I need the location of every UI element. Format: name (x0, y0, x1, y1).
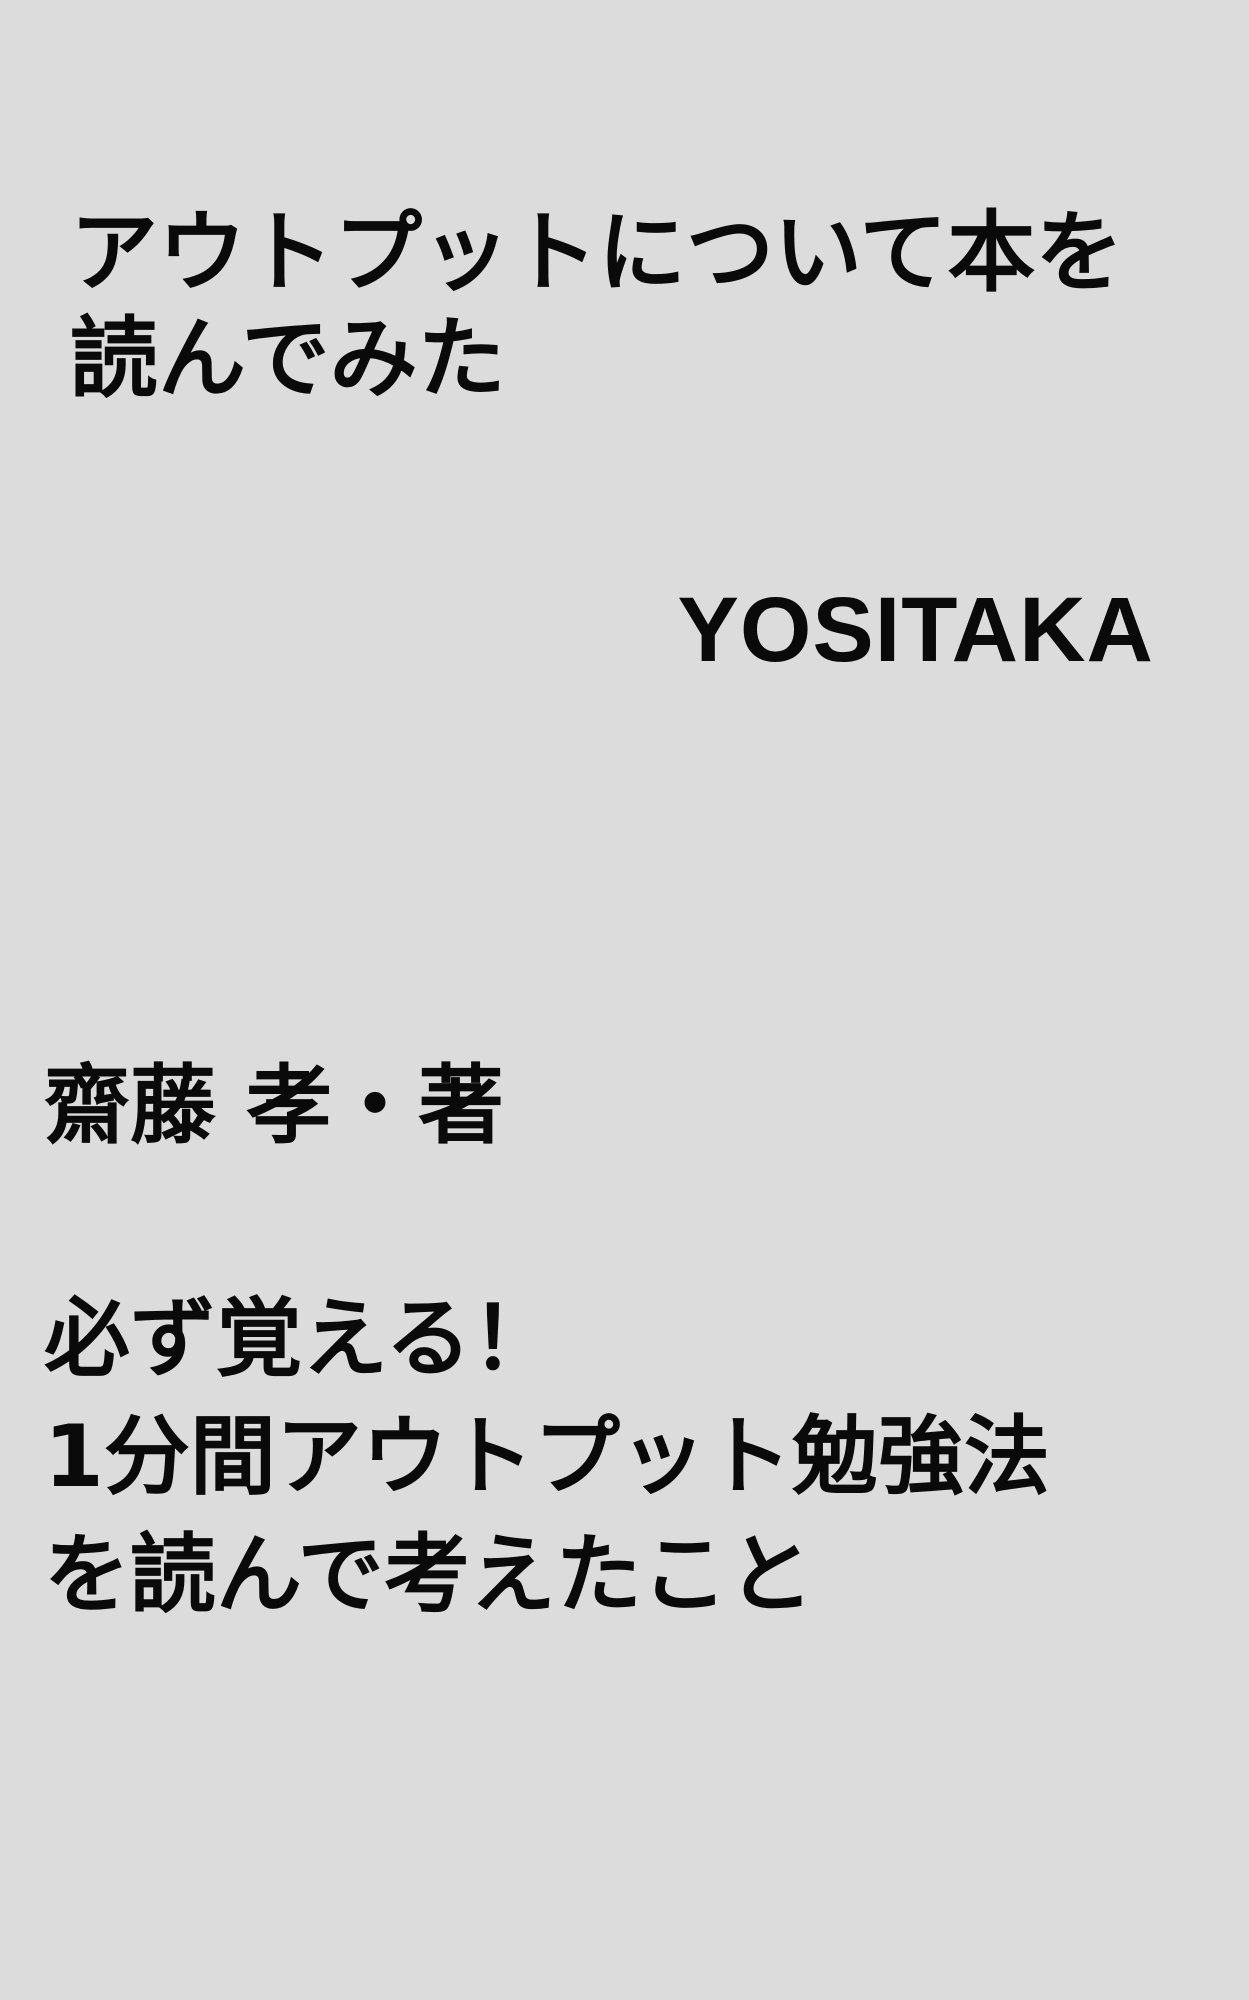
book-cover: アウトプットについて本を 読んでみた YOSITAKA 齋藤 孝・著 必ず覚える… (0, 0, 1249, 2000)
book-title: アウトプットについて本を 読んでみた (70, 200, 1190, 412)
source-book-title: 必ず覚える！ 1分間アウトプット勉強法 を読んで考えたこと (44, 1280, 1050, 1634)
source-book-title-line-1: 必ず覚える！ (44, 1289, 558, 1389)
book-title-line-1: アウトプットについて本を (70, 201, 1124, 304)
source-book-author: 齋藤 孝・著 (44, 1056, 504, 1156)
source-book-title-line-2: 1分間アウトプット勉強法 (44, 1407, 1050, 1507)
author-name: YOSITAKA (677, 579, 1154, 681)
source-book-title-line-3: を読んで考えたこと (44, 1525, 814, 1625)
book-title-line-2: 読んでみた (70, 307, 506, 410)
